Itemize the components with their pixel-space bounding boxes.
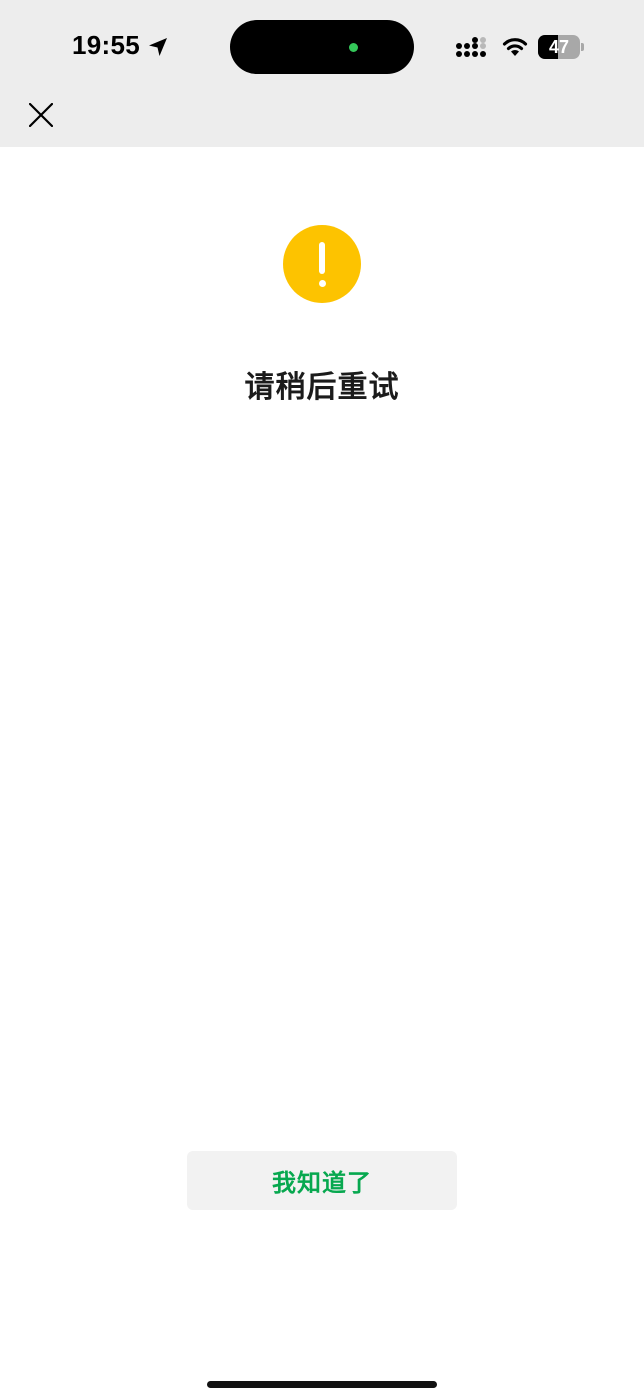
wifi-icon — [502, 38, 528, 56]
exclamation-dot — [318, 280, 326, 287]
camera-indicator-dot — [349, 43, 358, 52]
battery-icon: 47 — [538, 35, 584, 59]
screen: 19:55 47 请稍后重试 我知道了 — [0, 0, 644, 1400]
dynamic-island — [230, 20, 414, 74]
ok-button[interactable]: 我知道了 — [187, 1151, 457, 1210]
battery-level: 47 — [548, 37, 570, 57]
home-indicator[interactable] — [207, 1381, 437, 1388]
location-arrow-icon — [149, 38, 167, 56]
message-title: 请稍后重试 — [244, 370, 400, 405]
battery-body: 47 — [538, 35, 580, 59]
warning-icon — [283, 225, 361, 303]
close-button[interactable] — [22, 96, 60, 134]
battery-tip — [581, 43, 584, 51]
cellular-signal-icon — [456, 37, 486, 57]
exclamation-bar — [319, 242, 325, 274]
header: 19:55 47 — [0, 0, 644, 147]
status-time: 19:55 — [72, 30, 140, 60]
close-icon — [29, 103, 53, 127]
